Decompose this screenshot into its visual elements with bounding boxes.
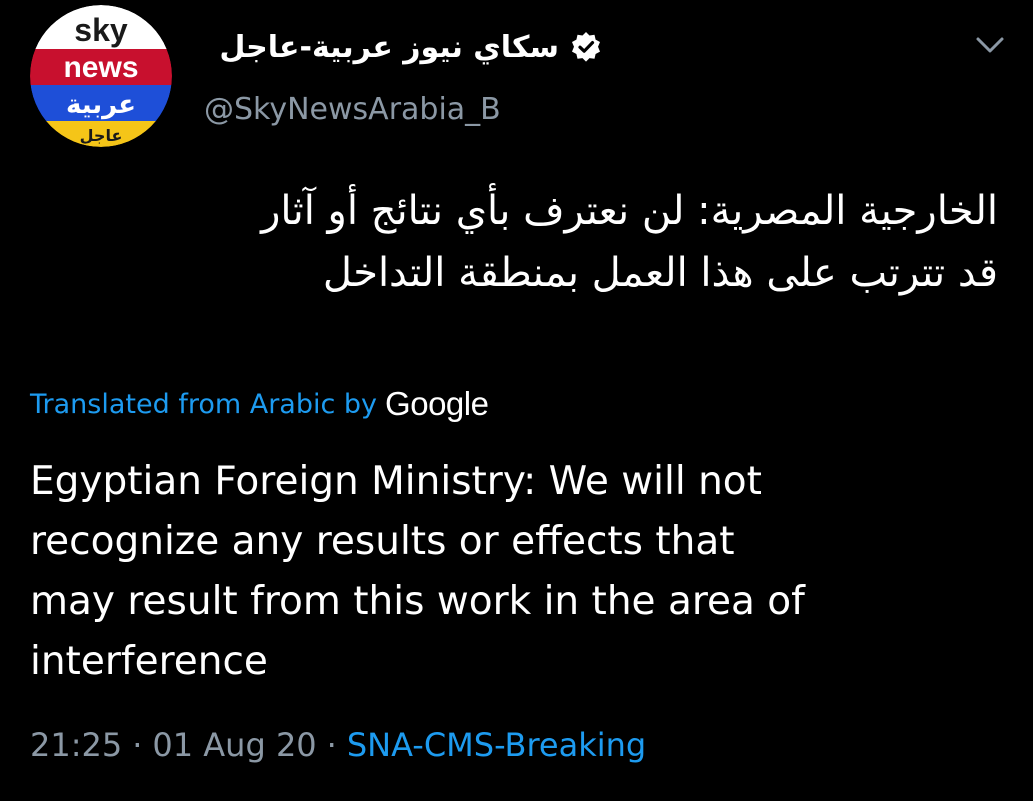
tweet-date[interactable]: 01 Aug 20 bbox=[152, 726, 316, 764]
avatar[interactable]: sky news عربية عاجل bbox=[30, 5, 172, 147]
tweet-translated-text: Egyptian Foreign Ministry: We will not r… bbox=[30, 452, 910, 692]
translated-from-link[interactable]: Translated from Arabic by bbox=[30, 389, 377, 420]
tweet-translated-line: may result from this work in the area of bbox=[30, 579, 805, 624]
logo-arabic-text: عربية bbox=[66, 90, 136, 120]
verified-badge-icon bbox=[569, 30, 603, 64]
display-name-row[interactable]: سكاي نيوز عربية-عاجل bbox=[219, 22, 603, 72]
meta-separator: · bbox=[132, 726, 143, 764]
translation-attribution: Translated from Arabic by Google bbox=[30, 382, 489, 426]
display-name[interactable]: سكاي نيوز عربية-عاجل bbox=[219, 30, 559, 65]
sky-news-arabia-logo: sky news عربية عاجل bbox=[30, 5, 172, 147]
chevron-down-icon[interactable] bbox=[970, 30, 1010, 60]
tweet-original-text: الخارجية المصرية: لن نعترف بأي نتائج أو … bbox=[38, 180, 998, 304]
tweet-translated-line: recognize any results or effects that bbox=[30, 519, 735, 564]
tweet-meta: 21:25 · 01 Aug 20 · SNA-CMS-Breaking bbox=[30, 722, 646, 768]
tweet-translated-line: interference bbox=[30, 639, 268, 684]
user-handle[interactable]: @SkyNewsArabia_B bbox=[204, 92, 501, 127]
tweet-original-line: الخارجية المصرية: لن نعترف بأي نتائج أو … bbox=[261, 188, 998, 234]
meta-separator: · bbox=[326, 726, 337, 764]
tweet-original-line: قد تترتب على هذا العمل بمنطقة التداخل bbox=[322, 250, 998, 296]
google-logo: Google bbox=[385, 385, 489, 422]
tweet-source-link[interactable]: SNA-CMS-Breaking bbox=[347, 726, 646, 764]
tweet-time[interactable]: 21:25 bbox=[30, 726, 122, 764]
logo-news-text: news bbox=[63, 51, 138, 84]
tweet-translated-line: Egyptian Foreign Ministry: We will not bbox=[30, 459, 762, 504]
tweet: sky news عربية عاجل سكاي نيوز عربية-عاجل… bbox=[0, 0, 1033, 801]
logo-breaking-text: عاجل bbox=[80, 126, 123, 145]
logo-sky-text: sky bbox=[74, 12, 128, 48]
